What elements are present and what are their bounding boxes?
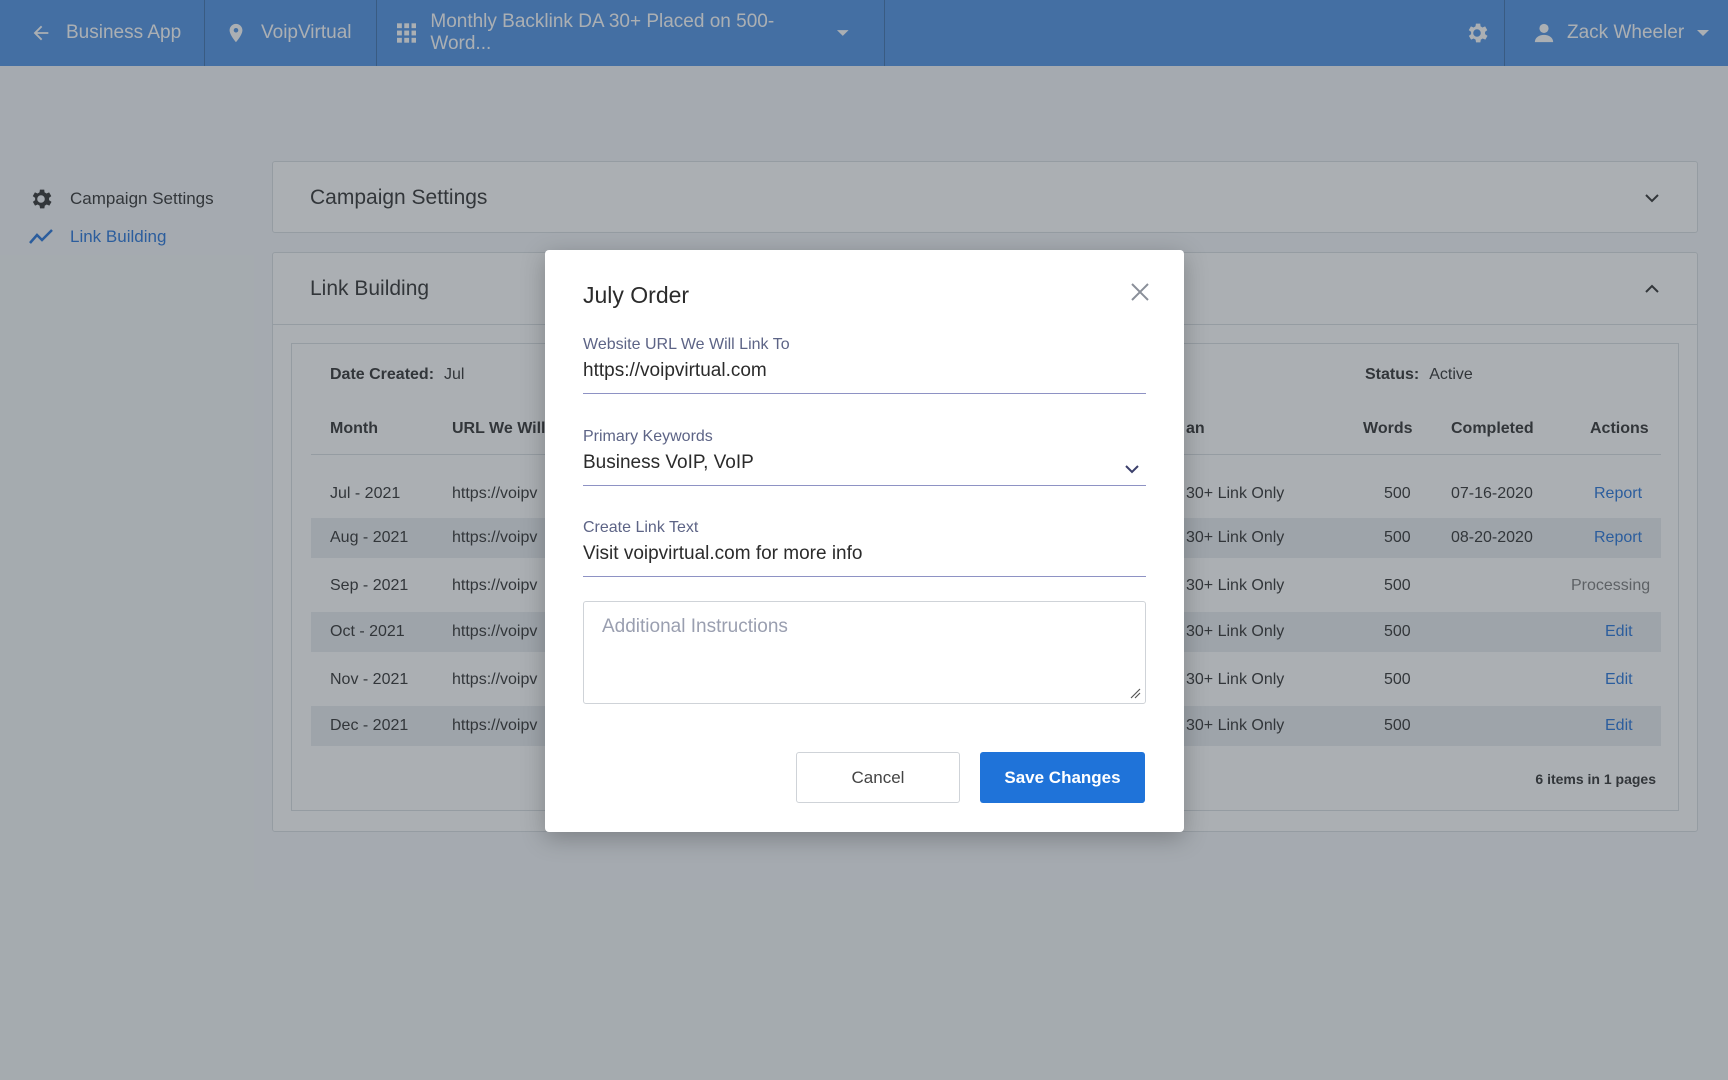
website-url-input[interactable]: https://voipvirtual.com (583, 360, 1146, 388)
field-label: Create Link Text (583, 519, 699, 536)
link-text-field[interactable]: Create Link Text Visit voipvirtual.com f… (583, 519, 1146, 577)
field-label: Primary Keywords (583, 428, 713, 445)
cancel-button[interactable]: Cancel (796, 752, 960, 803)
resize-handle-icon[interactable] (1129, 687, 1141, 699)
website-url-field[interactable]: Website URL We Will Link To https://voip… (583, 336, 1146, 394)
chevron-down-icon[interactable] (1124, 464, 1140, 474)
field-label: Website URL We Will Link To (583, 336, 790, 353)
link-text-input[interactable]: Visit voipvirtual.com for more info (583, 543, 1146, 571)
textarea-placeholder: Additional Instructions (602, 616, 788, 637)
july-order-dialog: July Order Website URL We Will Link To h… (545, 250, 1184, 832)
additional-instructions-textarea[interactable]: Additional Instructions (583, 601, 1146, 704)
save-changes-button[interactable]: Save Changes (980, 752, 1145, 803)
primary-keywords-value[interactable]: Business VoIP, VoIP (583, 452, 1146, 480)
dialog-title: July Order (583, 282, 690, 308)
close-icon[interactable] (1128, 280, 1152, 304)
primary-keywords-select[interactable]: Primary Keywords Business VoIP, VoIP (583, 428, 1146, 486)
